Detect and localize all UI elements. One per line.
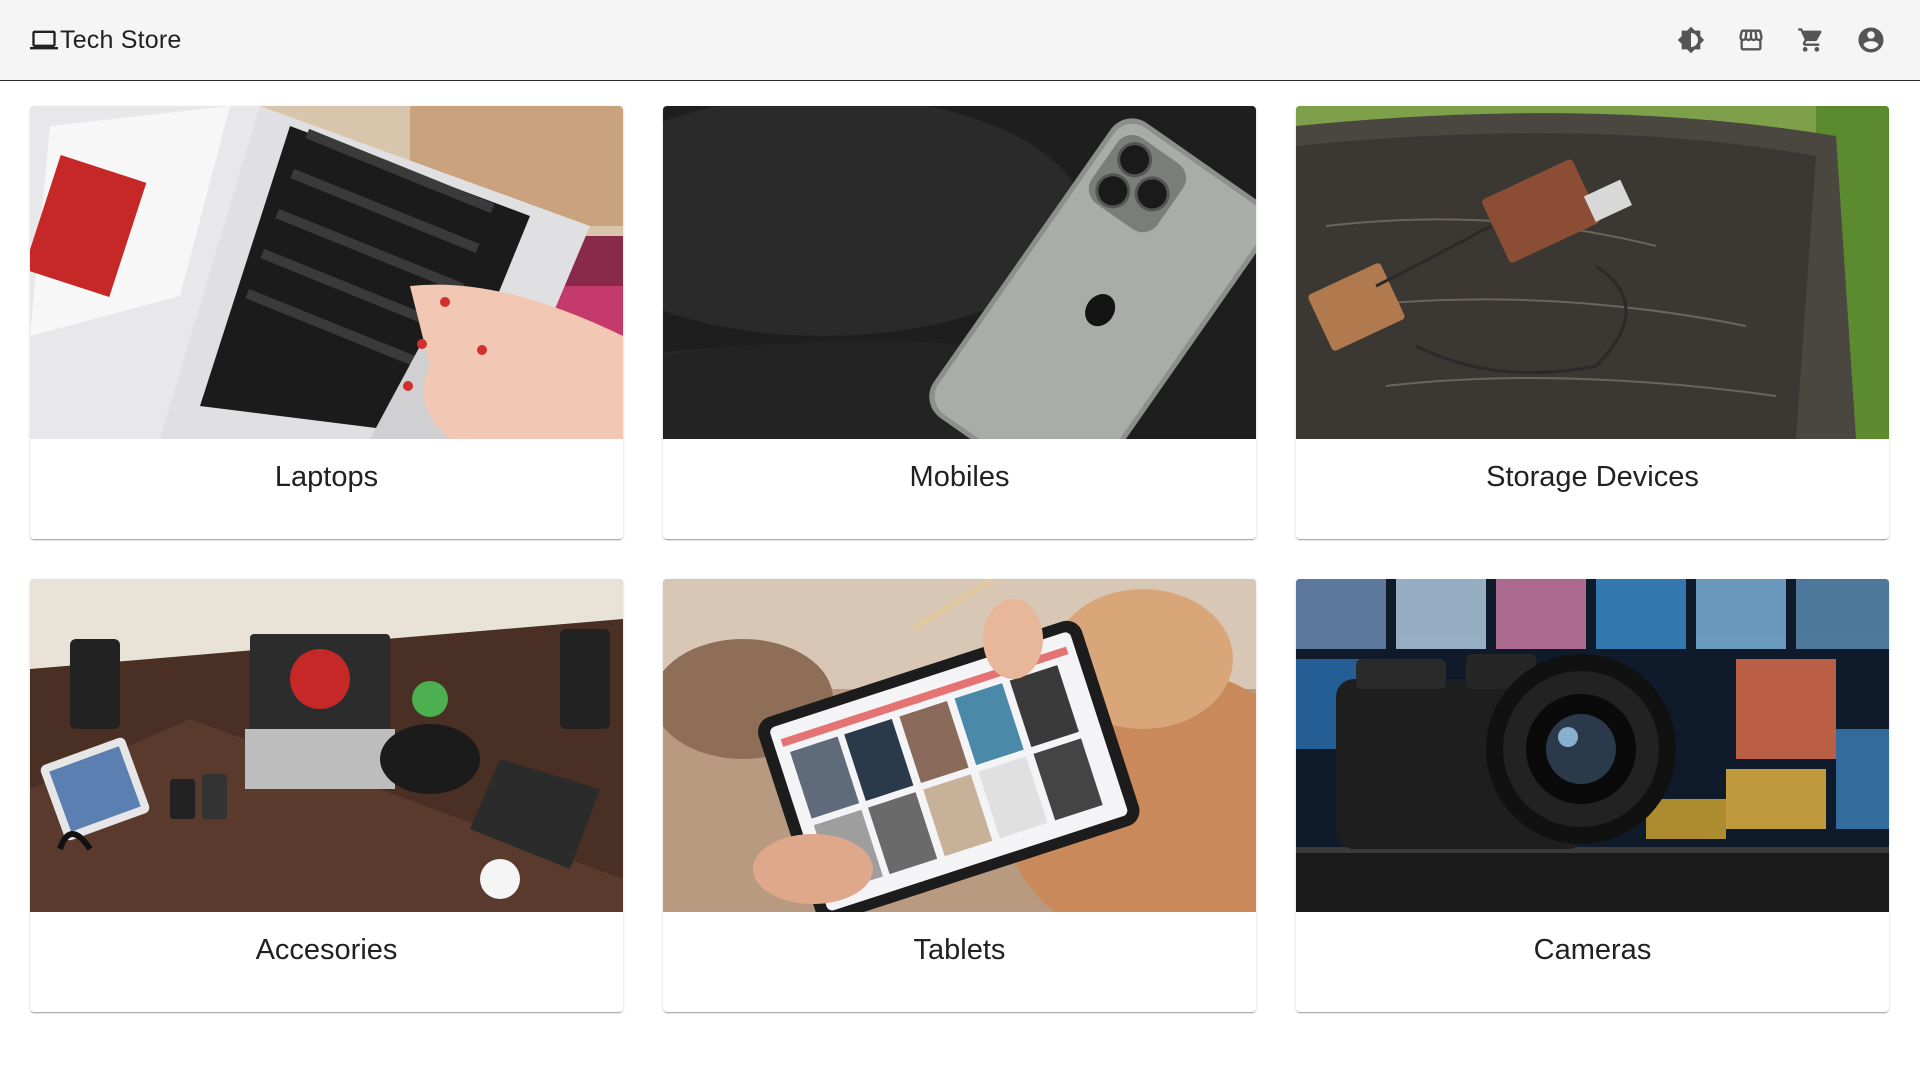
theme-toggle-button[interactable] (1676, 25, 1706, 55)
category-card-tablets[interactable]: Tablets (663, 579, 1256, 1012)
header-actions (1676, 25, 1886, 55)
category-label: Cameras (1533, 934, 1652, 966)
category-label: Mobiles (909, 461, 1010, 493)
brightness-icon (1677, 26, 1705, 54)
usb-drive-photo (1296, 106, 1889, 439)
category-card-accesories[interactable]: Accesories (30, 579, 623, 1012)
account-button[interactable] (1856, 25, 1886, 55)
app-header: Tech Store (0, 0, 1920, 81)
category-card-cameras[interactable]: Cameras (1296, 579, 1889, 1012)
camera-photo (1296, 579, 1889, 912)
category-card-storage-devices[interactable]: Storage Devices (1296, 106, 1889, 539)
category-grid: Laptops Mobiles Storage Devices Accesori… (30, 106, 1890, 1012)
category-label: Tablets (913, 934, 1006, 966)
brand-label: Tech Store (60, 25, 182, 54)
cart-button[interactable] (1796, 25, 1826, 55)
category-label: Laptops (274, 461, 379, 493)
brand-link[interactable]: Tech Store (30, 26, 182, 55)
tablet-photo (663, 579, 1256, 912)
laptop-icon (30, 26, 58, 54)
storefront-icon (1739, 29, 1763, 51)
category-label: Accesories (255, 934, 398, 966)
desk-accessories-photo (30, 579, 623, 912)
laptop-photo (30, 106, 623, 439)
category-card-mobiles[interactable]: Mobiles (663, 106, 1256, 539)
cart-icon (1798, 28, 1822, 52)
phone-photo (663, 106, 1256, 439)
category-label: Storage Devices (1486, 461, 1699, 493)
account-circle-icon (1858, 27, 1884, 53)
category-card-laptops[interactable]: Laptops (30, 106, 623, 539)
store-button[interactable] (1736, 25, 1766, 55)
